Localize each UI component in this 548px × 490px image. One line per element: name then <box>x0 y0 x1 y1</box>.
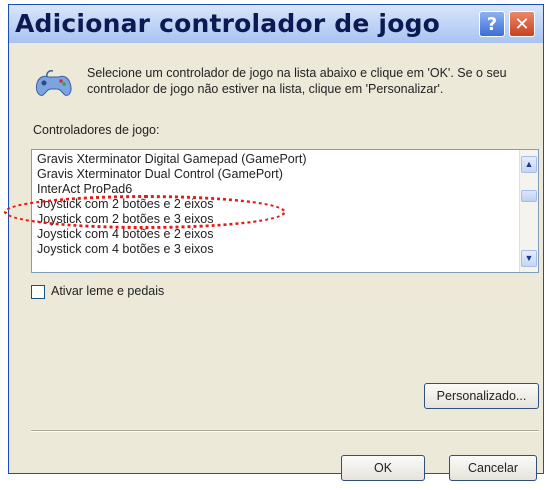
rudder-pedals-label: Ativar leme e pedais <box>51 284 165 298</box>
gamepad-icon <box>36 70 72 96</box>
list-item[interactable]: Gravis Xterminator Digital Gamepad (Game… <box>37 152 517 167</box>
list-item[interactable]: Joystick com 4 botões e 3 eixos <box>37 242 517 257</box>
instructions-text: Selecione um controlador de jogo na list… <box>87 66 507 96</box>
scroll-down-icon[interactable]: ▼ <box>521 250 537 267</box>
custom-button[interactable]: Personalizado... <box>424 383 539 409</box>
scroll-up-icon[interactable]: ▲ <box>521 156 537 173</box>
cancel-button[interactable]: Cancelar <box>449 455 537 481</box>
dialog-title: Adicionar controlador de jogo <box>15 9 441 38</box>
help-button[interactable]: ? <box>479 11 505 37</box>
scroll-thumb[interactable] <box>521 190 537 202</box>
close-button[interactable]: ✕ <box>509 11 535 37</box>
title-bar[interactable]: Adicionar controlador de jogo ? ✕ <box>9 5 543 43</box>
list-item[interactable]: Joystick com 4 botões e 2 eixos <box>37 227 517 242</box>
highlight-annotation <box>4 195 286 229</box>
list-scrollbar[interactable]: ▲ ▼ <box>519 150 538 272</box>
ok-button[interactable]: OK <box>341 455 425 481</box>
divider <box>31 430 539 432</box>
controllers-list-label: Controladores de jogo: <box>33 123 160 137</box>
list-item[interactable]: Gravis Xterminator Dual Control (GamePor… <box>37 167 517 182</box>
rudder-pedals-checkbox[interactable] <box>31 285 45 299</box>
dialog-window: Adicionar controlador de jogo ? ✕ Seleci… <box>8 4 544 481</box>
